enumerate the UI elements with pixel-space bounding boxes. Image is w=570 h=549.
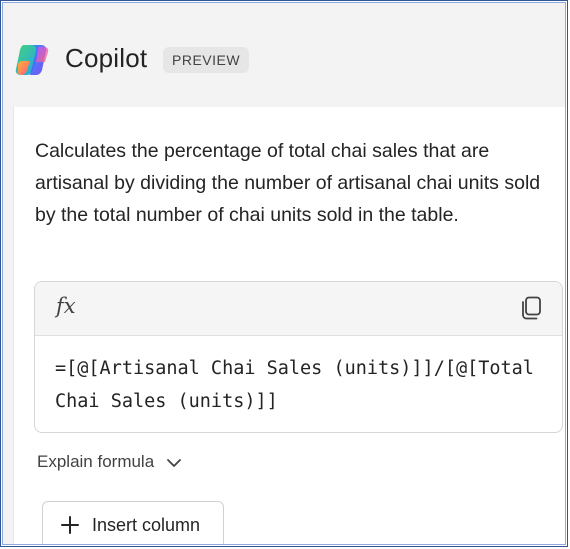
explain-formula-button[interactable]: Explain formula	[37, 452, 182, 472]
screenshot-frame: Copilot PREVIEW Calculates the percentag…	[0, 0, 568, 547]
response-description: Calculates the percentage of total chai …	[35, 140, 541, 226]
copilot-header: Copilot PREVIEW	[3, 3, 565, 107]
preview-badge: PREVIEW	[163, 47, 250, 73]
formula-text[interactable]: =[@[Artisanal Chai Sales (units)]]/[@[To…	[55, 352, 555, 418]
copilot-pane: Copilot PREVIEW Calculates the percentag…	[2, 2, 566, 545]
formula-card-header: fx	[35, 282, 562, 336]
copy-icon[interactable]	[520, 296, 542, 320]
app-title: Copilot	[65, 43, 148, 73]
formula-card: fx =[@[Artisanal Chai Sales (units)]]/[@…	[34, 281, 563, 433]
plus-icon	[61, 516, 79, 534]
insert-column-button[interactable]: Insert column	[42, 501, 224, 544]
chat-panel: Calculates the percentage of total chai …	[13, 107, 565, 544]
explain-formula-label: Explain formula	[37, 452, 155, 471]
fx-icon: fx	[56, 294, 76, 318]
copilot-logo-icon	[15, 45, 49, 75]
insert-column-label: Insert column	[92, 515, 201, 535]
chevron-down-icon	[167, 458, 182, 467]
